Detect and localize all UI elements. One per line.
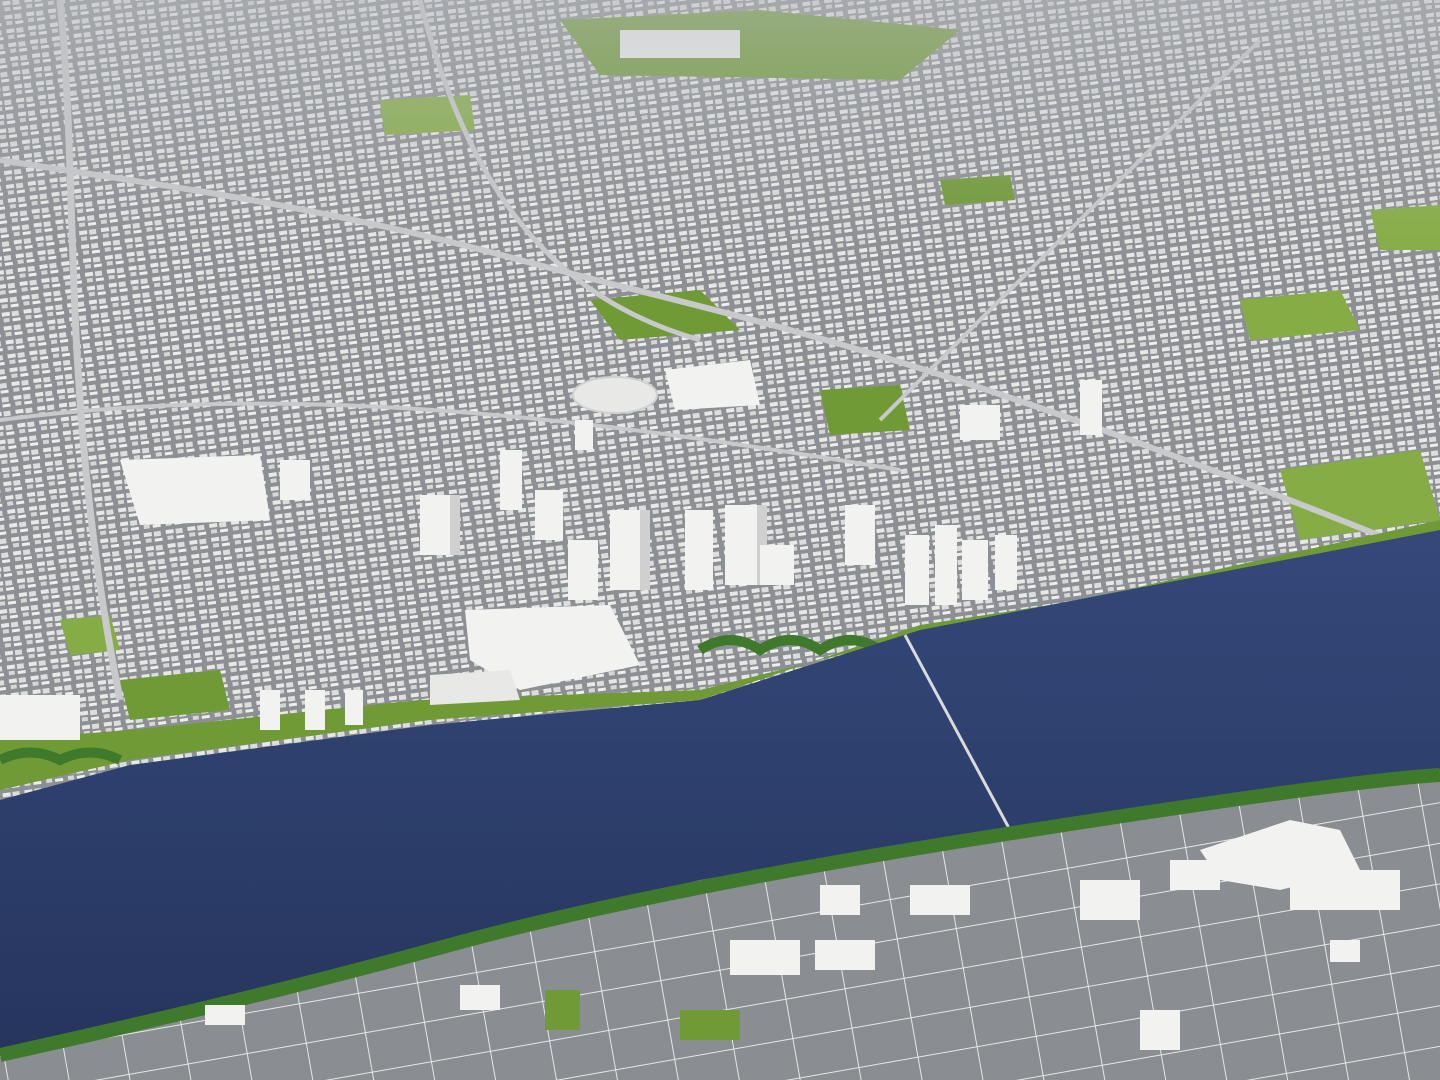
city-aerial-render — [0, 0, 1440, 1080]
